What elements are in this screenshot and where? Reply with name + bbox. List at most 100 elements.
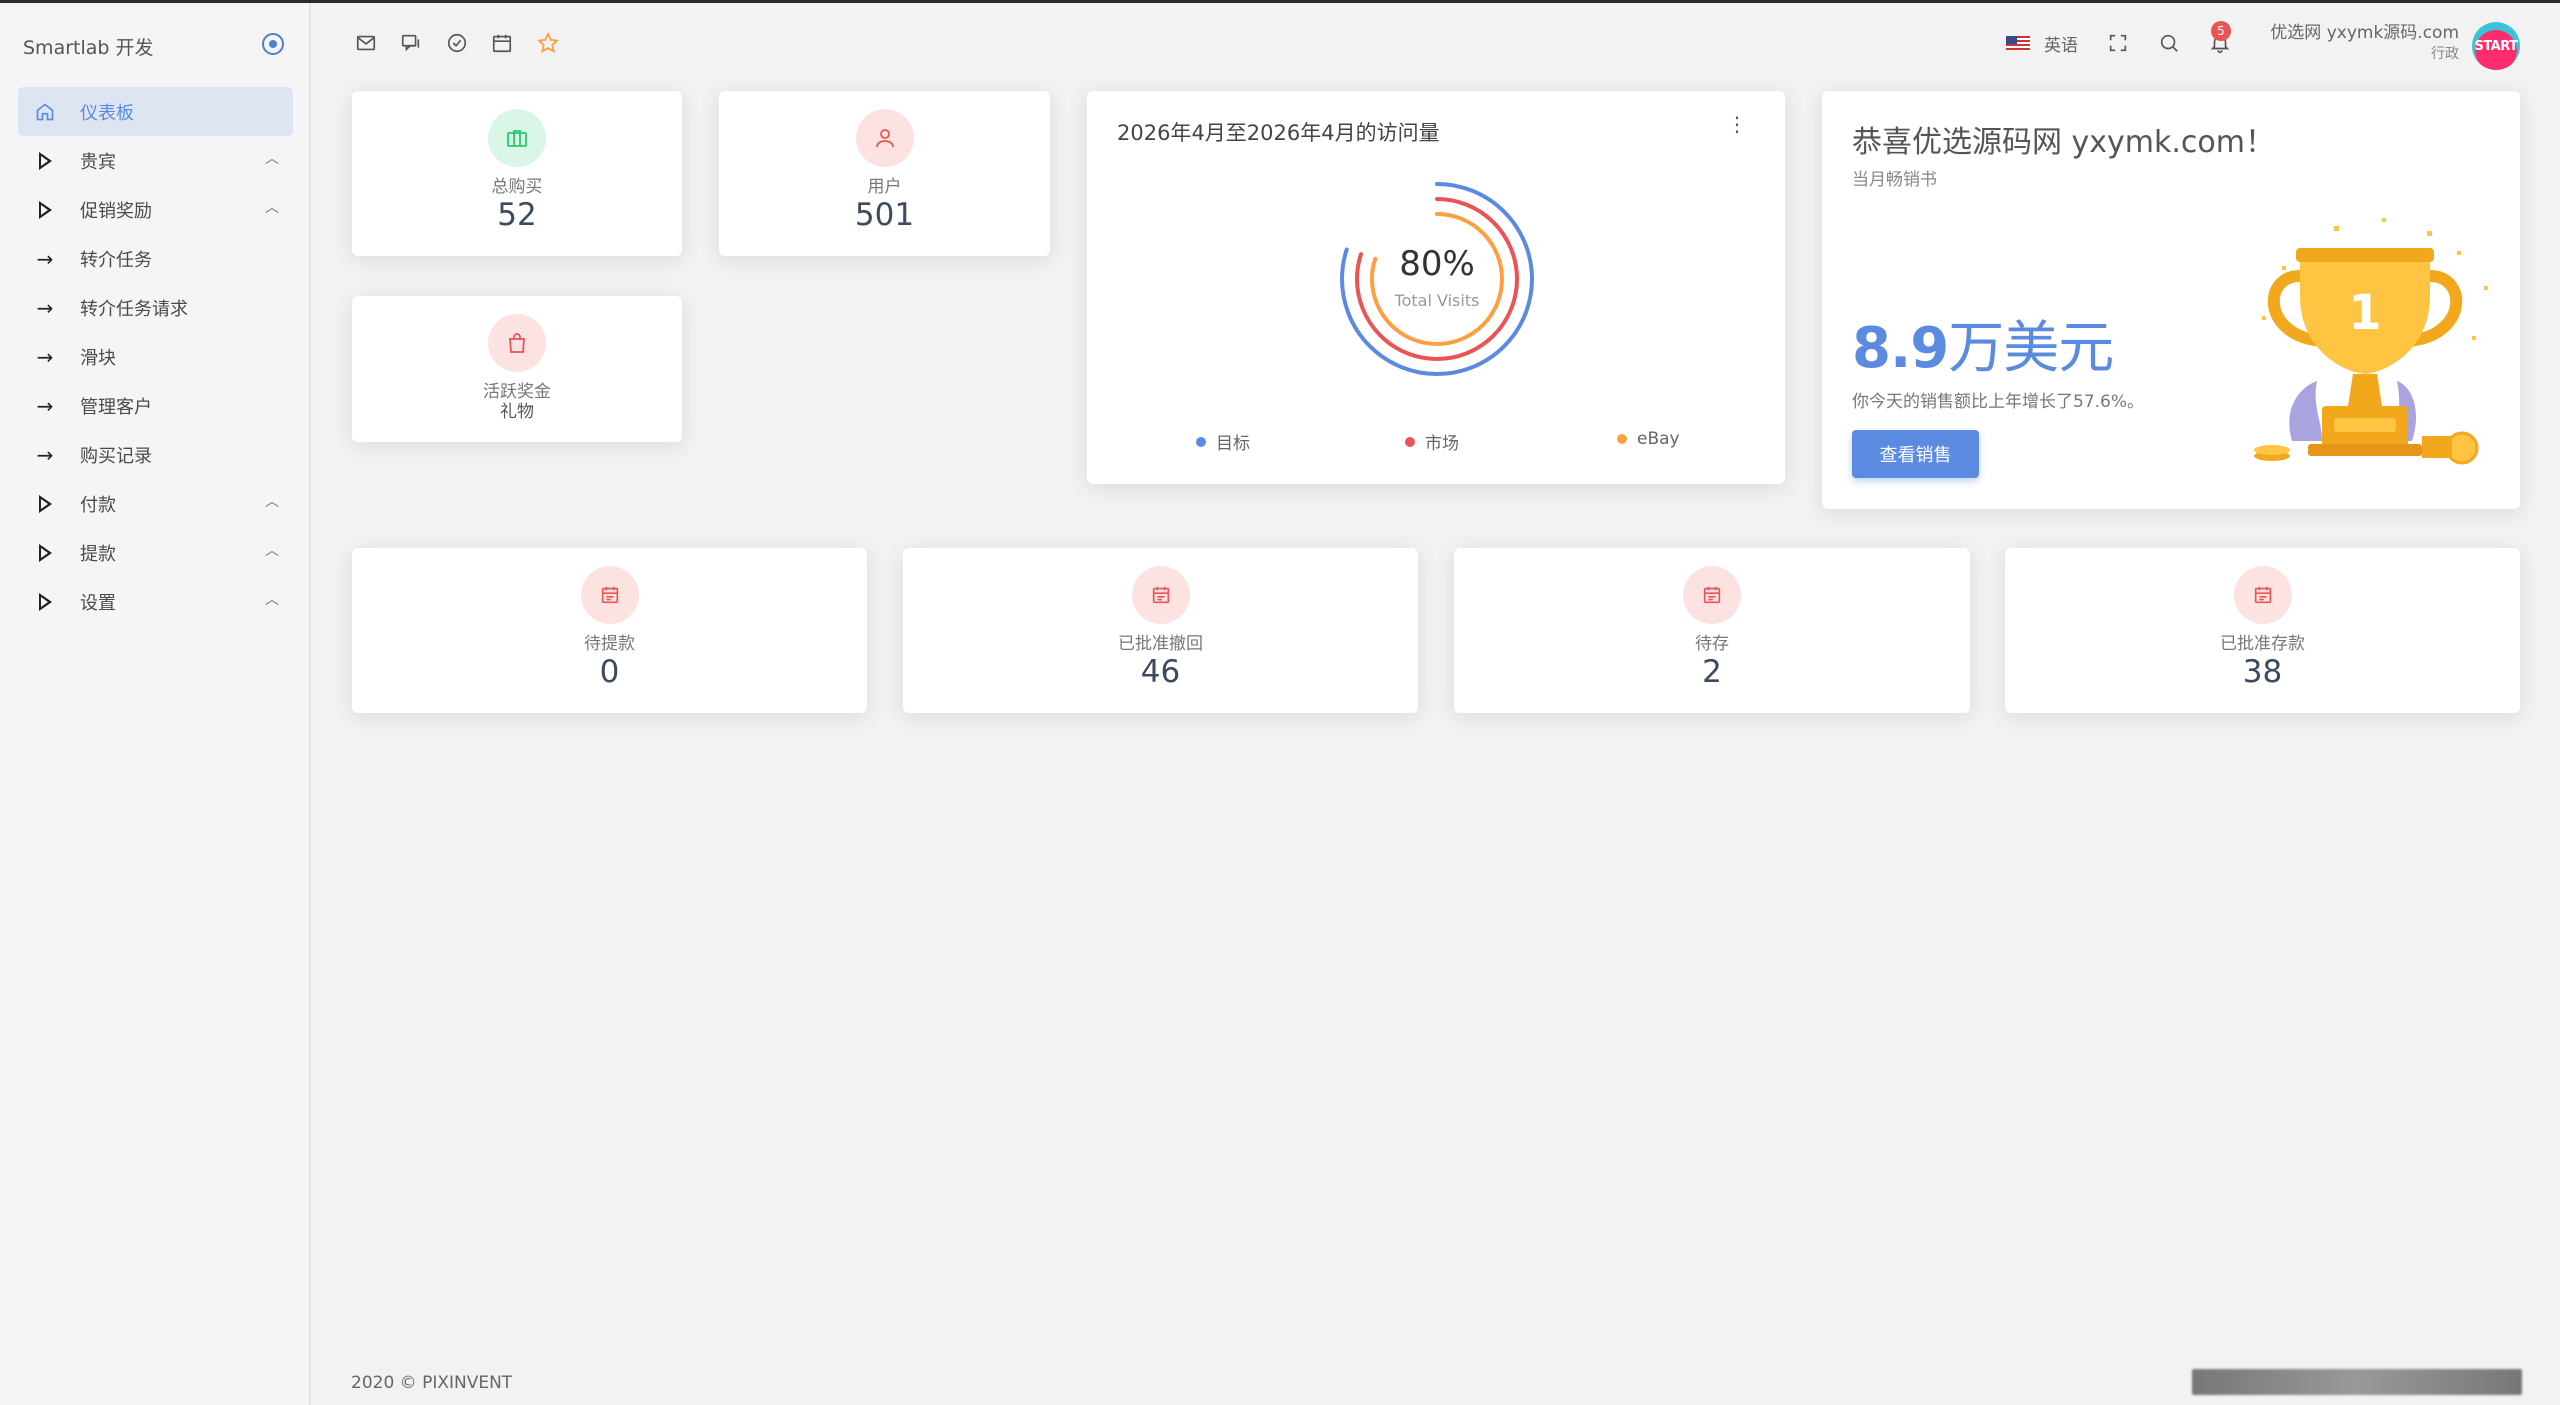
sales-amount-unit: 万美元 — [1948, 316, 2114, 381]
sidebar-item-label: 仪表板 — [80, 102, 134, 124]
visits-title: 2026年4月至2026年4月的访问量 — [1117, 121, 1440, 145]
congrats-card: 恭喜优选源码网 yxymk.com！ 当月畅销书 8.9万美元 你今天的销售额比… — [1822, 91, 2520, 509]
arrow-right-icon: → — [36, 393, 54, 418]
legend-target: 目标 — [1196, 429, 1250, 454]
users-card: 用户 501 — [719, 91, 1050, 256]
briefcase-icon — [488, 109, 546, 167]
chevron-up-icon: ︿ — [265, 543, 279, 559]
sidebar-item-label: 付款 — [80, 494, 116, 516]
stat-label: 活跃奖金 — [483, 382, 551, 402]
brand-title[interactable]: Smartlab 开发 — [23, 33, 154, 60]
legend-label: 目标 — [1216, 434, 1250, 454]
sidebar-item-withdrawals[interactable]: 提款 ︿ — [18, 528, 293, 577]
fullscreen-icon[interactable] — [2106, 31, 2130, 55]
user-role: 行政 — [2431, 46, 2459, 62]
sidebar-item-label: 促销奖励 — [80, 200, 152, 222]
calendar-icon[interactable] — [490, 31, 514, 55]
triangle-icon — [34, 542, 56, 564]
sidebar-item-referral-requests[interactable]: → 转介任务请求 — [18, 283, 293, 332]
sidebar-item-label: 管理客户 — [80, 396, 152, 418]
shopping-bag-icon — [488, 314, 546, 372]
home-icon — [34, 101, 56, 123]
calendar-icon — [1683, 566, 1741, 624]
avatar[interactable]: START — [2472, 22, 2520, 70]
stat-label: 已批准撤回 — [1118, 634, 1203, 654]
stat-label: 用户 — [867, 177, 902, 197]
user-name: 优选网 yxymk源码.com — [2270, 23, 2459, 43]
sidebar-item-vip[interactable]: 贵宾 ︿ — [18, 136, 293, 185]
pending-withdrawals-card: 待提款 0 — [352, 548, 867, 713]
legend-label: eBay — [1637, 429, 1680, 449]
stat-value: 501 — [854, 197, 915, 233]
stat-value: 0 — [599, 654, 620, 690]
visits-card: 2026年4月至2026年4月的访问量 ⋮ 80% Total Visits 目… — [1087, 91, 1785, 484]
triangle-icon — [34, 591, 56, 613]
congrats-subtitle: 当月畅销书 — [1852, 170, 1937, 190]
visits-percent: 80% — [1399, 244, 1475, 284]
stat-label: 已批准存款 — [2220, 634, 2305, 654]
sidebar-item-label: 转介任务请求 — [80, 298, 188, 320]
legend-label: 市场 — [1425, 434, 1459, 454]
sidebar-toggle-icon[interactable] — [262, 33, 284, 55]
notification-badge: 5 — [2211, 21, 2231, 41]
search-icon[interactable] — [2157, 31, 2181, 55]
stat-value: 46 — [1140, 654, 1181, 690]
legend-market: 市场 — [1405, 429, 1459, 454]
stat-label: 待存 — [1695, 634, 1729, 654]
star-icon[interactable] — [536, 31, 560, 55]
stat-label: 待提款 — [584, 634, 635, 654]
check-circle-icon[interactable] — [445, 31, 469, 55]
total-purchases-card: 总购买 52 — [352, 91, 682, 256]
stat-value: 2 — [1702, 654, 1722, 690]
sidebar-item-customers[interactable]: → 管理客户 — [18, 381, 293, 430]
sidebar-item-settings[interactable]: 设置 ︿ — [18, 577, 293, 626]
arrow-right-icon: → — [36, 442, 54, 467]
chevron-up-icon: ︿ — [265, 200, 279, 216]
sidebar-item-label: 设置 — [80, 592, 116, 614]
sidebar-item-referral-tasks[interactable]: → 转介任务 — [18, 234, 293, 283]
sidebar-item-label: 贵宾 — [80, 151, 116, 173]
triangle-icon — [34, 493, 56, 515]
sidebar-item-payments[interactable]: 付款 ︿ — [18, 479, 293, 528]
trophy-number: 1 — [2348, 285, 2381, 341]
view-sales-button[interactable]: 查看销售 — [1852, 430, 1979, 478]
arrow-right-icon: → — [36, 295, 54, 320]
language-label: 英语 — [2044, 36, 2078, 56]
sidebar-nav: 仪表板 贵宾 ︿ 促销奖励 ︿ → 转介任务 → 转介任务请求 → 滑块 → 管… — [18, 87, 293, 626]
stat-value: 52 — [497, 197, 537, 233]
stat-label: 总购买 — [491, 177, 543, 197]
language-selector[interactable]: 英语 — [2006, 31, 2078, 56]
more-vertical-icon[interactable]: ⋮ — [1727, 114, 1747, 134]
arrow-right-icon: → — [36, 246, 54, 271]
trophy-icon: 1 — [2254, 218, 2488, 465]
legend-ebay: eBay — [1617, 429, 1680, 449]
us-flag-icon — [2006, 36, 2030, 51]
calendar-icon — [1131, 566, 1190, 624]
sidebar-item-label: 提款 — [80, 543, 116, 565]
sidebar-item-purchases[interactable]: → 购买记录 — [18, 430, 293, 479]
legend-dot — [1196, 436, 1206, 447]
user-info[interactable]: 优选网 yxymk源码.com 行政 — [2270, 23, 2459, 65]
footer-blurred-region — [2192, 1369, 2522, 1395]
legend-dot — [1617, 434, 1627, 444]
calendar-icon — [580, 566, 639, 624]
active-bonus-card: 活跃奖金 礼物 — [352, 296, 682, 442]
approved-deposits-card: 已批准存款 38 — [2005, 548, 2520, 713]
approved-withdrawals-card: 已批准撤回 46 — [903, 548, 1418, 713]
visits-caption: Total Visits — [1394, 291, 1480, 310]
legend-dot — [1405, 436, 1415, 447]
triangle-icon — [34, 199, 56, 221]
sidebar-item-label: 购买记录 — [80, 445, 152, 467]
sidebar-item-promo[interactable]: 促销奖励 ︿ — [18, 185, 293, 234]
sales-growth-text: 你今天的销售额比上年增长了57.6%。 — [1852, 392, 2145, 412]
sidebar-item-slider[interactable]: → 滑块 — [18, 332, 293, 381]
sidebar-item-label: 转介任务 — [80, 249, 152, 271]
stat-value: 38 — [2242, 654, 2283, 690]
sidebar-item-dashboard[interactable]: 仪表板 — [18, 87, 293, 136]
mail-icon[interactable] — [354, 31, 378, 55]
footer-copyright: 2020 © PIXINVENT — [351, 1373, 513, 1393]
sidebar-item-label: 滑块 — [80, 347, 116, 369]
sales-amount-number: 8.9 — [1852, 316, 1949, 381]
chat-icon[interactable] — [399, 31, 423, 55]
arrow-right-icon: → — [36, 344, 54, 369]
